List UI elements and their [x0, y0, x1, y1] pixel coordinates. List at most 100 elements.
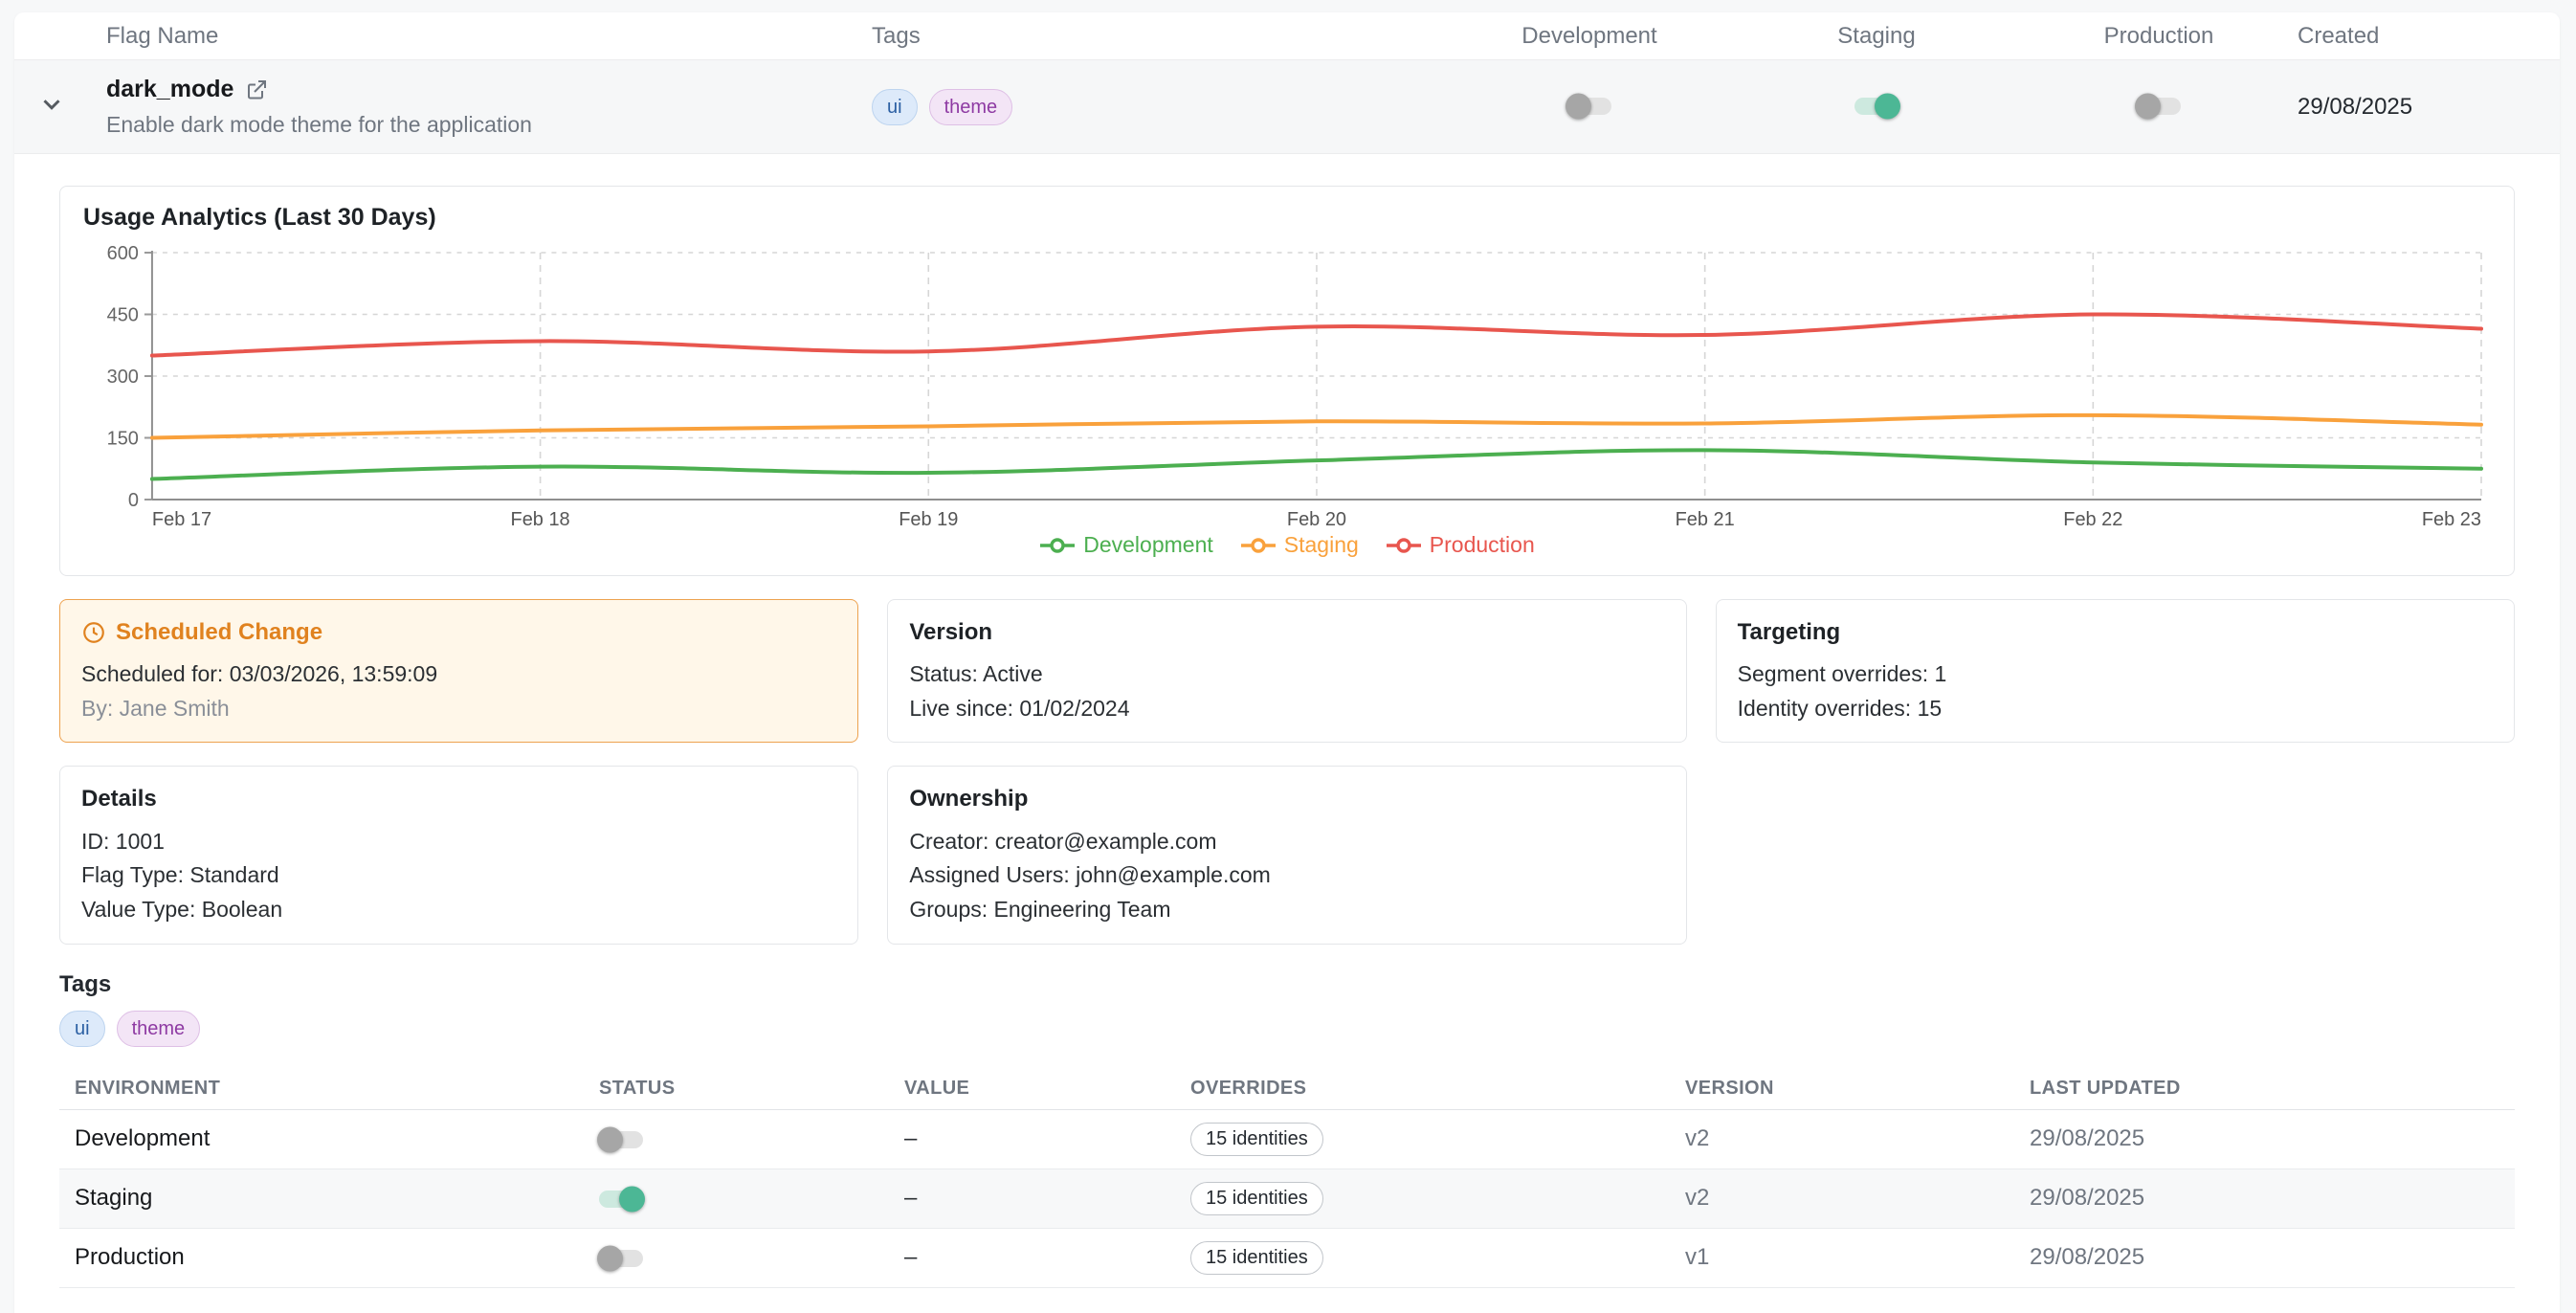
production-status-toggle[interactable]: [599, 1250, 643, 1267]
col-environment: ENVIRONMENT: [75, 1078, 599, 1100]
svg-text:600: 600: [107, 243, 139, 264]
flag-id-line: ID: 1001: [81, 825, 836, 859]
version-cell: v2: [1685, 1125, 2030, 1152]
legend-item-staging[interactable]: Staging: [1240, 532, 1359, 558]
groups-line: Groups: Engineering Team: [909, 893, 1664, 927]
details-title: Details: [81, 781, 836, 816]
environments-table-header: ENVIRONMENT STATUS VALUE OVERRIDES VERSI…: [59, 1068, 2515, 1110]
clock-icon: [81, 620, 106, 645]
development-toggle[interactable]: [1567, 98, 1611, 115]
tag-pill-theme: theme: [117, 1011, 201, 1047]
staging-toggle[interactable]: [1854, 98, 1899, 115]
scheduled-change-title: Scheduled Change: [81, 614, 836, 650]
overrides-badge[interactable]: 15 identities: [1190, 1241, 1323, 1275]
assigned-users-line: Assigned Users: john@example.com: [909, 858, 1664, 893]
created-date: 29/08/2025: [2298, 94, 2537, 121]
col-tags: Tags: [872, 23, 1446, 50]
production-toggle-cell: [2020, 98, 2298, 115]
tag-pill-ui: ui: [872, 89, 918, 125]
flag-name-link[interactable]: dark_mode: [106, 76, 233, 103]
col-version: VERSION: [1685, 1078, 2030, 1100]
flag-tags-cell: ui theme: [872, 89, 1446, 125]
svg-text:Feb 22: Feb 22: [2063, 509, 2122, 528]
col-created: Created: [2298, 23, 2537, 50]
col-development: Development: [1446, 23, 1733, 50]
legend-marker-icon: [1386, 537, 1422, 554]
chevron-down-icon[interactable]: [37, 90, 66, 119]
svg-text:0: 0: [128, 490, 139, 511]
flag-table-header: Flag Name Tags Development Staging Produ…: [14, 12, 2560, 60]
external-link-icon[interactable]: [245, 78, 268, 101]
summary-cards-row-1: Scheduled Change Scheduled for: 03/03/20…: [59, 599, 2515, 743]
tag-pill-ui: ui: [59, 1011, 105, 1047]
svg-text:450: 450: [107, 304, 139, 325]
environment-name: Staging: [75, 1185, 599, 1212]
col-production: Production: [2020, 23, 2298, 50]
expanded-details: Usage Analytics (Last 30 Days) 0 150 300 45…: [14, 154, 2560, 1313]
development-toggle-cell: [1446, 98, 1733, 115]
ownership-title: Ownership: [909, 781, 1664, 816]
flag-type-line: Flag Type: Standard: [81, 858, 836, 893]
version-title: Version: [909, 614, 1664, 650]
overrides-badge[interactable]: 15 identities: [1190, 1182, 1323, 1215]
flag-row: dark_mode Enable dark mode theme for the…: [14, 60, 2560, 154]
table-row-staging: Staging – 15 identities v2 29/08/2025: [59, 1169, 2515, 1229]
staging-toggle-cell: [1733, 98, 2020, 115]
tags-heading: Tags: [59, 971, 2515, 998]
svg-text:Feb 21: Feb 21: [1676, 509, 1735, 528]
last-updated-cell: 29/08/2025: [2030, 1244, 2499, 1271]
identity-overrides-line: Identity overrides: 15: [1738, 692, 2493, 726]
svg-text:Feb 20: Feb 20: [1287, 509, 1346, 528]
empty-card-slot: [1716, 766, 2515, 944]
value-cell: –: [904, 1244, 1190, 1271]
overrides-badge[interactable]: 15 identities: [1190, 1123, 1323, 1156]
summary-cards-row-2: Details ID: 1001 Flag Type: Standard Val…: [59, 766, 2515, 944]
environment-name: Production: [75, 1244, 599, 1271]
last-updated-cell: 29/08/2025: [2030, 1185, 2499, 1212]
svg-text:Feb 18: Feb 18: [511, 509, 570, 528]
development-status-toggle[interactable]: [599, 1131, 643, 1148]
col-overrides: OVERRIDES: [1190, 1078, 1685, 1100]
legend-marker-icon: [1240, 537, 1277, 554]
tag-pill-theme: theme: [929, 89, 1013, 125]
svg-text:Feb 19: Feb 19: [899, 509, 958, 528]
value-cell: –: [904, 1185, 1190, 1212]
flag-detail-panel: Flag Name Tags Development Staging Produ…: [14, 12, 2560, 1313]
expand-cell[interactable]: [37, 90, 106, 123]
col-staging: Staging: [1733, 23, 2020, 50]
svg-text:Feb 17: Feb 17: [152, 509, 211, 528]
environment-name: Development: [75, 1125, 599, 1152]
legend-label: Development: [1083, 532, 1213, 558]
staging-status-toggle[interactable]: [599, 1191, 643, 1208]
chart-title: Usage Analytics (Last 30 Days): [83, 204, 2491, 232]
segment-overrides-line: Segment overrides: 1: [1738, 657, 2493, 692]
col-flag-name: Flag Name: [106, 23, 872, 50]
value-cell: –: [904, 1125, 1190, 1152]
svg-text:300: 300: [107, 367, 139, 388]
production-toggle[interactable]: [2137, 98, 2181, 115]
targeting-card: Targeting Segment overrides: 1 Identity …: [1716, 599, 2515, 743]
svg-text:150: 150: [107, 428, 139, 449]
environments-table: ENVIRONMENT STATUS VALUE OVERRIDES VERSI…: [59, 1068, 2515, 1288]
table-row-development: Development – 15 identities v2 29/08/202…: [59, 1110, 2515, 1169]
legend-item-production[interactable]: Production: [1386, 532, 1535, 558]
svg-text:Feb 23: Feb 23: [2422, 509, 2481, 528]
tags-section: Tags ui theme: [59, 971, 2515, 1047]
last-updated-cell: 29/08/2025: [2030, 1125, 2499, 1152]
version-live-line: Live since: 01/02/2024: [909, 692, 1664, 726]
version-cell: v2: [1685, 1185, 2030, 1212]
version-cell: v1: [1685, 1244, 2030, 1271]
chart-legend: Development Staging Production: [83, 528, 2491, 566]
usage-line-chart: 0 150 300 450 600 Feb 17 Feb 18 Feb 19 Feb 20 Feb…: [83, 241, 2491, 528]
details-card: Details ID: 1001 Flag Type: Standard Val…: [59, 766, 858, 944]
usage-analytics-card: Usage Analytics (Last 30 Days) 0 150 300 45…: [59, 186, 2515, 576]
scheduled-change-card: Scheduled Change Scheduled for: 03/03/20…: [59, 599, 858, 743]
col-last-updated: LAST UPDATED: [2030, 1078, 2499, 1100]
flag-description: Enable dark mode theme for the applicati…: [106, 112, 872, 138]
version-status-line: Status: Active: [909, 657, 1664, 692]
flag-name-cell: dark_mode Enable dark mode theme for the…: [106, 76, 872, 138]
col-status: STATUS: [599, 1078, 904, 1100]
col-value: VALUE: [904, 1078, 1190, 1100]
value-type-line: Value Type: Boolean: [81, 893, 836, 927]
legend-item-development[interactable]: Development: [1039, 532, 1213, 558]
